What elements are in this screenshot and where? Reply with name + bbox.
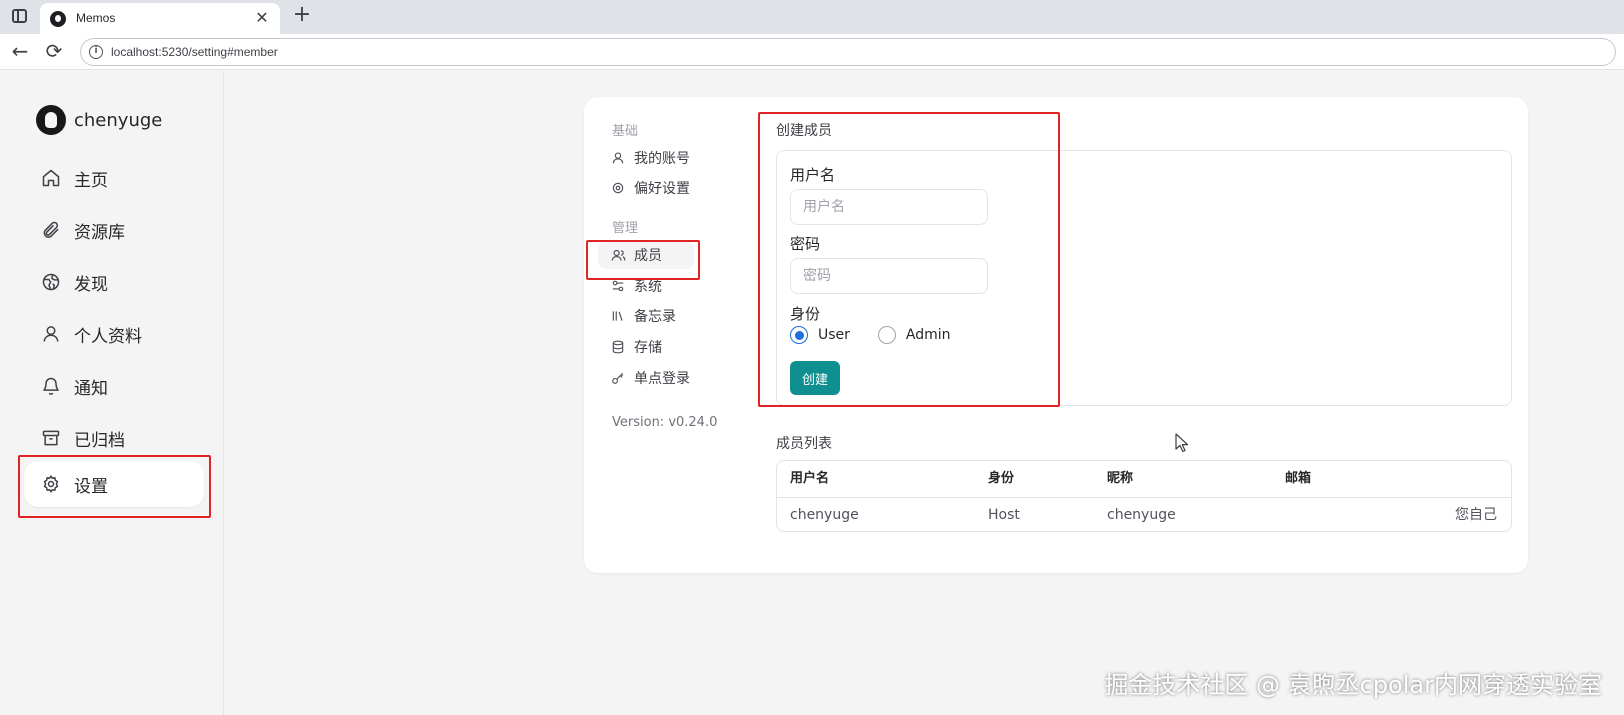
create-member-title: 创建成员 <box>776 123 832 139</box>
user-icon <box>610 150 626 166</box>
column-header-nickname: 昵称 <box>1107 471 1134 486</box>
mouse-cursor-icon <box>1175 433 1189 453</box>
browser-address-bar: ← ⟳ i localhost:5230/setting#member <box>0 34 1624 70</box>
sliders-icon <box>610 278 626 294</box>
tab-title: Memos <box>76 11 116 25</box>
role-user-label[interactable]: User <box>818 327 850 343</box>
users-icon <box>610 247 626 263</box>
url-text[interactable]: localhost:5230/setting#member <box>111 45 278 59</box>
settings-nav-label: 系统 <box>634 279 662 295</box>
url-field[interactable]: i localhost:5230/setting#member <box>80 38 1616 66</box>
nav-label: 个人资料 <box>74 326 142 347</box>
archive-icon <box>40 427 62 449</box>
settings-nav-system[interactable]: 系统 <box>598 272 694 300</box>
nav-item-settings[interactable]: 设置 <box>24 461 204 507</box>
nav-label: 设置 <box>74 476 108 497</box>
reload-icon[interactable]: ⟳ <box>42 40 66 64</box>
nav-item-home[interactable]: 主页 <box>24 155 204 201</box>
create-member-form: 用户名 密码 身份 User Admin 创建 <box>776 150 1512 406</box>
browser-tab[interactable]: Memos ✕ <box>40 3 280 34</box>
settings-nav-sso[interactable]: 单点登录 <box>598 364 694 392</box>
memos-favicon-icon <box>50 11 66 27</box>
settings-nav-label: 备忘录 <box>634 309 676 325</box>
nav-label: 已归档 <box>74 430 125 451</box>
nav-item-notifications[interactable]: 通知 <box>24 363 204 409</box>
info-icon[interactable]: i <box>89 45 103 59</box>
settings-nav-my-account[interactable]: 我的账号 <box>598 144 694 172</box>
library-icon <box>610 308 626 324</box>
settings-nav-label: 存储 <box>634 340 662 356</box>
globe-icon <box>40 271 62 293</box>
member-table: 用户名 身份 昵称 邮箱 chenyuge Host chenyuge 您自己 <box>776 460 1512 532</box>
role-user-radio[interactable] <box>790 326 808 344</box>
username-label: 用户名 <box>790 166 836 184</box>
profile-username: chenyuge <box>74 109 163 131</box>
role-label: 身份 <box>790 305 821 323</box>
settings-nav-memos[interactable]: 备忘录 <box>598 302 694 330</box>
settings-nav-label: 单点登录 <box>634 371 690 387</box>
browser-tab-strip: Memos ✕ + <box>0 0 1624 34</box>
settings-nav-label: 偏好设置 <box>634 181 690 197</box>
username-input[interactable] <box>790 189 988 225</box>
key-icon <box>610 370 626 386</box>
home-icon <box>40 167 62 189</box>
avatar <box>36 105 66 135</box>
user-icon <box>40 323 62 345</box>
create-member-button[interactable]: 创建 <box>790 361 840 395</box>
role-radio-group: User Admin <box>790 326 979 344</box>
cell-role: Host <box>988 507 1020 523</box>
nav-item-archived[interactable]: 已归档 <box>24 415 204 461</box>
password-input[interactable] <box>790 258 988 294</box>
nav-label: 资源库 <box>74 222 125 243</box>
cell-yourself-label: 您自己 <box>1455 507 1497 523</box>
nav-item-explore[interactable]: 发现 <box>24 259 204 305</box>
settings-card: 基础 我的账号 偏好设置 管理 成员 系统 备忘录 存储 单点登录 Versio… <box>584 97 1528 573</box>
cell-nickname: chenyuge <box>1107 507 1176 523</box>
window-menu-icon[interactable] <box>12 9 27 23</box>
column-header-role: 身份 <box>988 471 1015 486</box>
bell-icon <box>40 375 62 397</box>
settings-nav-members[interactable]: 成员 <box>598 241 694 269</box>
settings-nav-preferences[interactable]: 偏好设置 <box>598 174 694 202</box>
role-admin-label[interactable]: Admin <box>906 327 951 343</box>
new-tab-icon[interactable]: + <box>290 4 314 28</box>
nav-item-profile[interactable]: 个人资料 <box>24 311 204 357</box>
nav-item-resources[interactable]: 资源库 <box>24 207 204 253</box>
database-icon <box>610 339 626 355</box>
member-list-title: 成员列表 <box>776 436 832 452</box>
user-profile[interactable]: chenyuge <box>36 104 162 136</box>
password-label: 密码 <box>790 235 821 253</box>
column-header-email: 邮箱 <box>1285 471 1312 486</box>
settings-nav-storage[interactable]: 存储 <box>598 333 694 361</box>
close-tab-icon[interactable]: ✕ <box>252 8 272 28</box>
paperclip-icon <box>40 219 62 241</box>
settings-cog-icon <box>610 180 626 196</box>
column-header-username: 用户名 <box>790 471 830 486</box>
back-arrow-icon[interactable]: ← <box>8 40 32 64</box>
nav-label: 主页 <box>74 170 108 191</box>
cell-username: chenyuge <box>790 507 859 523</box>
role-admin-radio[interactable] <box>877 326 896 344</box>
settings-group-admin: 管理 <box>612 221 639 236</box>
version-text: Version: v0.24.0 <box>612 415 718 430</box>
nav-label: 通知 <box>74 378 108 399</box>
settings-nav-label: 我的账号 <box>634 151 690 167</box>
app-sidebar: chenyuge 主页 资源库 发现 个人资料 通知 已归档 设置 <box>0 71 224 715</box>
settings-group-basic: 基础 <box>612 124 639 139</box>
watermark-text: 掘金技术社区 @ 袁煦丞cpolar内网穿透实验室 <box>1104 671 1602 699</box>
nav-label: 发现 <box>74 274 108 295</box>
settings-nav-label: 成员 <box>634 248 662 264</box>
gear-icon <box>40 473 62 495</box>
